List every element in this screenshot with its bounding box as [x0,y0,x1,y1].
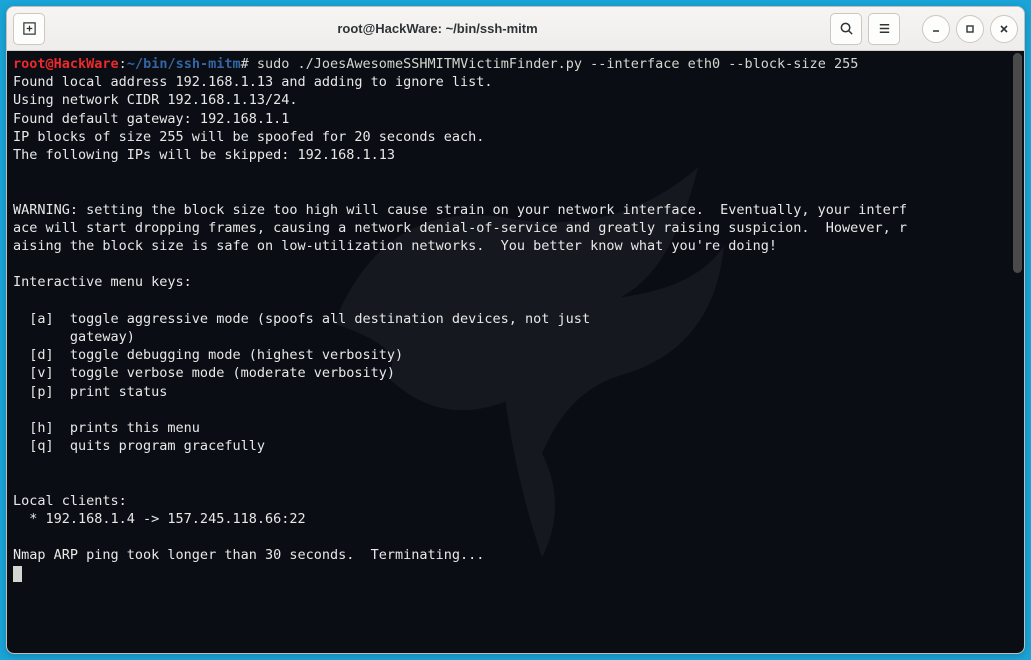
prompt-colon: : [119,56,127,72]
prompt-path: ~/bin/ssh-mitm [127,56,241,72]
output-line: Local clients: [13,493,127,509]
prompt-hash: # [241,56,249,72]
close-button[interactable] [990,15,1018,43]
output-line: Nmap ARP ping took longer than 30 second… [13,547,484,563]
output-line: [d] toggle debugging mode (highest verbo… [13,347,403,363]
cursor [13,566,22,582]
search-button[interactable] [830,13,862,45]
scrollbar-thumb[interactable] [1013,53,1022,273]
output-line: Using network CIDR 192.168.1.13/24. [13,92,297,108]
terminal-area[interactable]: root@HackWare:~/bin/ssh-mitm# sudo ./Joe… [7,51,1024,653]
prompt-user: root@HackWare [13,56,119,72]
command-text: sudo ./JoesAwesomeSSHMITMVictimFinder.py… [249,56,859,72]
output-line: ace will start dropping frames, causing … [13,220,907,236]
minimize-button[interactable] [922,15,950,43]
output-line: gateway) [13,329,135,345]
titlebar: root@HackWare: ~/bin/ssh-mitm [7,7,1024,51]
output-line: [q] quits program gracefully [13,438,265,454]
terminal-window: root@HackWare: ~/bin/ssh-mitm root@HackW… [6,6,1025,654]
output-line: aising the block size is safe on low-uti… [13,238,777,254]
output-line: Found default gateway: 192.168.1.1 [13,111,289,127]
new-tab-button[interactable] [13,13,45,45]
hamburger-menu-button[interactable] [868,13,900,45]
output-line: [h] prints this menu [13,420,200,436]
output-line: Found local address 192.168.1.13 and add… [13,74,493,90]
output-line: Interactive menu keys: [13,274,192,290]
output-line: WARNING: setting the block size too high… [13,202,907,218]
output-line: * 192.168.1.4 -> 157.245.118.66:22 [13,511,306,527]
output-line: IP blocks of size 255 will be spoofed fo… [13,129,484,145]
output-line: [v] toggle verbose mode (moderate verbos… [13,365,395,381]
terminal-content: root@HackWare:~/bin/ssh-mitm# sudo ./Joe… [7,51,1024,587]
output-line: The following IPs will be skipped: 192.1… [13,147,395,163]
output-line: [p] print status [13,384,167,400]
maximize-button[interactable] [956,15,984,43]
output-line: [a] toggle aggressive mode (spoofs all d… [13,311,590,327]
window-title: root@HackWare: ~/bin/ssh-mitm [51,21,824,36]
